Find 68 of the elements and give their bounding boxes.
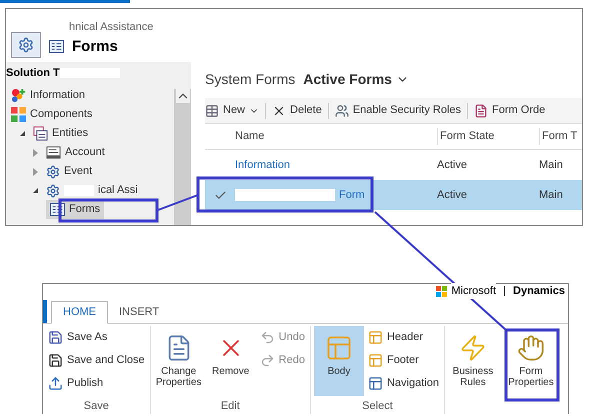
- table-row[interactable]: Information Active Main: [205, 150, 582, 180]
- toolbar-button[interactable]: Form Orde: [474, 102, 546, 119]
- lightning-icon: [458, 334, 487, 362]
- toolbar-button[interactable]: Enable Security Roles: [334, 102, 462, 119]
- form-icon: [49, 40, 64, 54]
- stacked-forms-icon: [474, 104, 488, 118]
- gear-icon: [46, 184, 60, 198]
- ribbon-button[interactable]: Remove: [206, 326, 256, 396]
- table-cell-text: Active: [437, 158, 468, 173]
- view-title: System Forms: [205, 70, 296, 89]
- footer-frame-icon: [368, 353, 383, 368]
- ribbon-button[interactable]: Body: [314, 326, 364, 396]
- table-cell-text: Active: [437, 188, 468, 203]
- header-frame-icon: [368, 330, 383, 345]
- ribbon-tab[interactable]: INSERT: [108, 301, 170, 324]
- ribbon-button[interactable]: Form Properties: [506, 326, 556, 396]
- title-fragment: hnical Assistance: [69, 20, 154, 35]
- four-squares-logo-icon: [436, 286, 448, 296]
- tree-item[interactable]: ical Assi: [42, 181, 142, 200]
- column-header[interactable]: Name: [235, 128, 437, 145]
- toolbar-button[interactable]: Delete: [272, 102, 322, 119]
- toolbar-button[interactable]: New: [205, 102, 260, 119]
- body-frame-icon: [324, 334, 353, 362]
- connector-line: [158, 194, 198, 211]
- brand-text: Microsoft: [451, 282, 496, 300]
- undo-icon: [260, 330, 275, 345]
- table-row[interactable]: Form Active Main: [205, 180, 582, 210]
- column-header[interactable]: Form T: [539, 128, 582, 145]
- tree-item[interactable]: Event: [42, 162, 96, 181]
- check-icon: [214, 188, 226, 202]
- redo-icon: [260, 353, 275, 368]
- ribbon-button[interactable]: Change Properties: [154, 326, 204, 396]
- grid-squares-icon: [11, 107, 26, 122]
- tree-item[interactable]: Information: [7, 86, 90, 105]
- brand-text: Dynamics: [513, 284, 565, 299]
- group-label: Select: [361, 399, 394, 414]
- column-header[interactable]: Form State: [437, 128, 539, 145]
- stacked-windows-icon: [33, 126, 48, 141]
- ribbon-button[interactable]: Business Rules: [448, 326, 498, 396]
- navigation-pane-icon: [368, 376, 383, 391]
- tree-item[interactable]: Account: [42, 143, 109, 162]
- colored-shapes-icon: [11, 88, 26, 103]
- view-selector[interactable]: Active Forms: [303, 68, 409, 90]
- gear-icon: [46, 164, 60, 178]
- table-cell-text: Main: [539, 188, 564, 203]
- ribbon-button[interactable]: Save As: [46, 326, 147, 349]
- group-label: Edit: [220, 399, 241, 414]
- tree-item[interactable]: Entities: [29, 124, 92, 143]
- scroll-up-icon[interactable]: [176, 89, 190, 103]
- settings-window-icon: [11, 32, 41, 58]
- ribbon-button[interactable]: Footer: [366, 349, 441, 372]
- table-cell-text: Main: [539, 158, 564, 173]
- solution-label: Solution T: [6, 66, 60, 81]
- scrollbar[interactable]: [174, 89, 191, 225]
- expanded-triangle-icon[interactable]: [33, 188, 38, 193]
- people-icon: [334, 104, 349, 118]
- form-name-link[interactable]: Information: [235, 156, 290, 174]
- tree-item[interactable]: Components: [7, 105, 96, 124]
- document-icon: [46, 145, 61, 160]
- ribbon-button[interactable]: Header: [366, 326, 441, 349]
- group-label: Save: [82, 399, 110, 414]
- ribbon-button[interactable]: Navigation: [366, 372, 441, 395]
- table-icon: [205, 104, 219, 118]
- ribbon-button[interactable]: Save and Close: [46, 349, 147, 372]
- ribbon-button[interactable]: Publish: [46, 372, 147, 395]
- page-heading: Forms: [72, 36, 118, 56]
- expanded-triangle-icon[interactable]: [20, 131, 25, 136]
- ribbon-tab[interactable]: HOME: [51, 301, 108, 324]
